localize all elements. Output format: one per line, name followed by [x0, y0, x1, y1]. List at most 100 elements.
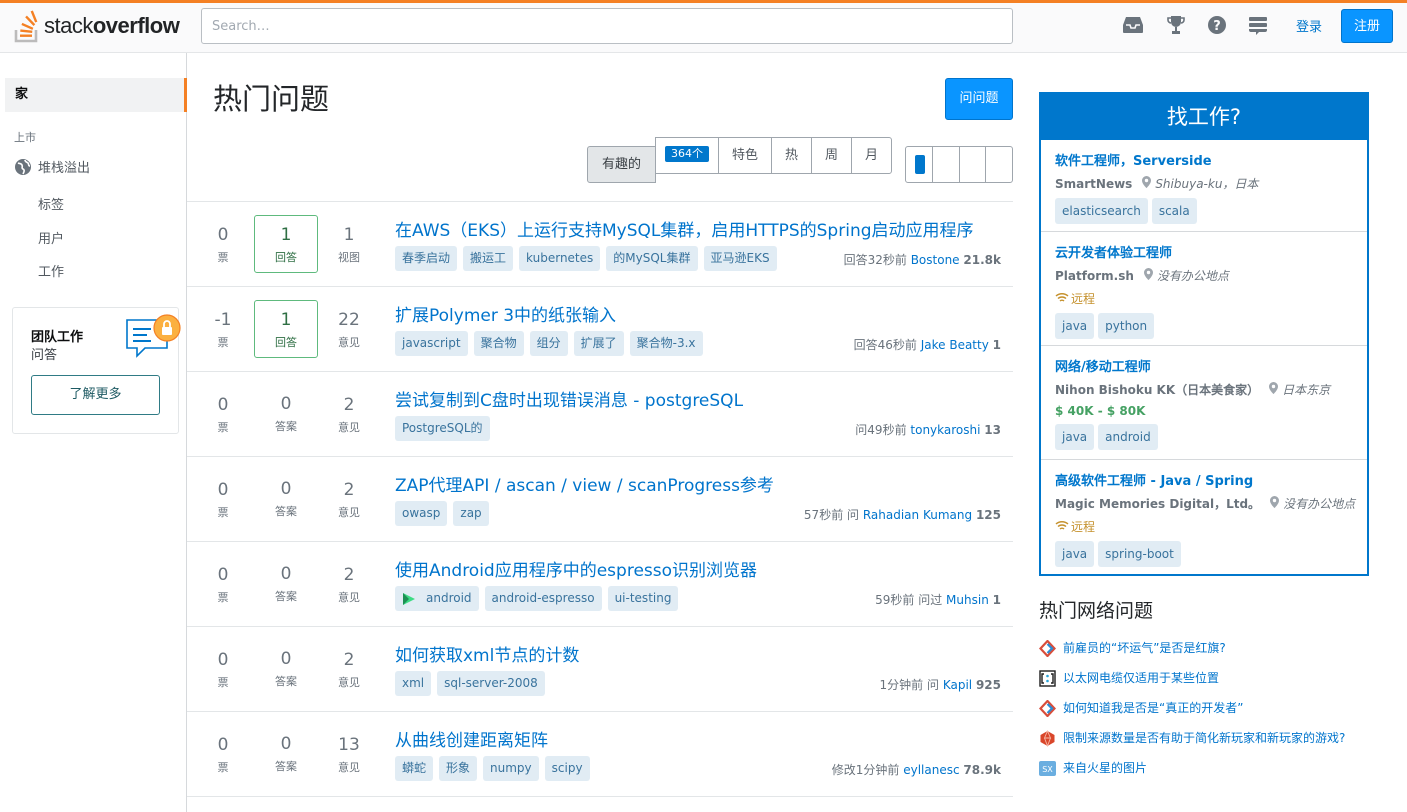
- site-switcher-icon[interactable]: [1246, 13, 1270, 37]
- view-label: 意见: [338, 676, 360, 689]
- question-title-link[interactable]: 使用Android应用程序中的espresso识别浏览器: [395, 556, 757, 581]
- question-title-link[interactable]: 从曲线创建距离矩阵: [395, 726, 548, 751]
- tag-scipy[interactable]: scipy: [544, 756, 590, 781]
- tag-sql-server-2008[interactable]: sql-server-2008: [437, 671, 545, 696]
- vote-count: -1 票: [191, 309, 255, 350]
- tag-java[interactable]: java: [1055, 541, 1095, 567]
- tab-featured-count[interactable]: 364个: [656, 138, 718, 173]
- question-user-link[interactable]: Kapil: [943, 678, 972, 692]
- job-listing[interactable]: 软件工程师，Serverside SmartNews Shibuya-ku，日本 el…: [1041, 140, 1367, 232]
- job-listing[interactable]: 云开发者体验工程师 Platform.sh 没有办公地点 远程 java python: [1041, 232, 1367, 346]
- question-title-link[interactable]: 尝试复制到C盘时出现错误消息 - postgreSQL: [395, 386, 743, 411]
- job-title-link[interactable]: 网络/移动工程师: [1055, 356, 1353, 375]
- question-list: 0 票 1 回答 1 视图 在AWS（EKS）上运行支持MySQL集群，启用HTTPS的Sp…: [187, 201, 1013, 797]
- tag-elasticsearch[interactable]: elasticsearch: [1055, 198, 1148, 224]
- tag-春季启动[interactable]: 春季启动: [395, 246, 458, 271]
- trophy-icon[interactable]: [1164, 13, 1188, 37]
- tag-xml[interactable]: xml: [395, 671, 432, 696]
- inbox-icon[interactable]: [1121, 13, 1145, 37]
- tag-PostgreSQL的[interactable]: PostgreSQL的: [395, 416, 490, 441]
- nav-jobs[interactable]: 工作: [38, 261, 64, 280]
- tag-形象[interactable]: 形象: [439, 756, 478, 781]
- tag-亚马逊EKS[interactable]: 亚马逊EKS: [703, 246, 777, 271]
- tab-interesting[interactable]: 有趣的: [587, 146, 656, 183]
- job-salary: $ 40K - $ 80K: [1055, 404, 1146, 418]
- tag-java[interactable]: java: [1055, 313, 1095, 339]
- nav-home[interactable]: 家: [5, 78, 187, 112]
- nav-users[interactable]: 用户: [38, 228, 64, 247]
- tag-聚合物-3.x[interactable]: 聚合物-3.x: [629, 331, 703, 356]
- nav-stackoverflow[interactable]: 堆栈溢出: [14, 157, 90, 176]
- tag-的MySQL集群[interactable]: 的MySQL集群: [606, 246, 698, 271]
- question-meta-action: 回答32秒前: [843, 253, 907, 267]
- learn-more-button[interactable]: 了解更多: [31, 375, 160, 415]
- tag-javascript[interactable]: javascript: [395, 331, 468, 356]
- tag-label: 的MySQL集群: [613, 251, 691, 265]
- question-title-link[interactable]: 扩展Polymer 3中的纸张输入: [395, 301, 616, 326]
- hot-network-item: 限制来源数量是否有助于简化新玩家和新玩家的游戏?: [1039, 730, 1369, 747]
- question-title-link[interactable]: 在AWS（EKS）上运行支持MySQL集群，启用HTTPS的Spring启动应用…: [395, 216, 974, 241]
- question-tags: owasp zap: [395, 501, 489, 526]
- hot-network-link[interactable]: 如何知道我是否是“真正的开发者”: [1063, 700, 1243, 717]
- job-listing[interactable]: 网络/移动工程师 Nihon Bishoku KK（日本美食家） 日本东京 $ 40K…: [1041, 346, 1367, 460]
- tag-python[interactable]: python: [1098, 313, 1155, 339]
- view-option-3[interactable]: [958, 147, 986, 182]
- ask-question-button[interactable]: 问问题: [945, 78, 1013, 120]
- question-title-link[interactable]: ZAP代理API / ascan / view / scanProgress参考: [395, 471, 774, 496]
- hot-network-link[interactable]: 限制来源数量是否有助于简化新玩家和新玩家的游戏?: [1063, 730, 1345, 747]
- question-user-link[interactable]: Muhsin: [946, 593, 989, 607]
- view-option-4[interactable]: [985, 147, 1012, 182]
- question-user-link[interactable]: Rahadian Kumang: [863, 508, 972, 522]
- question-user-link[interactable]: Bostone: [911, 253, 960, 267]
- tag-android[interactable]: android: [395, 586, 479, 611]
- tab-week[interactable]: 周: [811, 138, 851, 173]
- tab-hot[interactable]: 热: [771, 138, 811, 173]
- tag-scala[interactable]: scala: [1151, 198, 1197, 224]
- location-pin-icon: [1269, 382, 1279, 394]
- login-button[interactable]: 登录: [1288, 12, 1330, 43]
- tag-搬运工[interactable]: 搬运工: [463, 246, 514, 271]
- hot-network-link[interactable]: 来自火星的图片: [1063, 760, 1147, 777]
- view-option-2[interactable]: [931, 147, 959, 182]
- job-title-link[interactable]: 软件工程师，Serverside: [1055, 150, 1353, 169]
- tag-android[interactable]: android: [1098, 424, 1158, 450]
- nav-section-public: 上市: [14, 131, 36, 144]
- jobs-heading[interactable]: 找工作?: [1041, 94, 1367, 140]
- help-icon[interactable]: ?: [1205, 13, 1229, 37]
- tag-zap[interactable]: zap: [453, 501, 489, 526]
- question-user-link[interactable]: eyllanesc: [903, 763, 959, 777]
- job-title-link[interactable]: 云开发者体验工程师: [1055, 242, 1353, 261]
- tag-numpy[interactable]: numpy: [483, 756, 539, 781]
- tag-java[interactable]: java: [1055, 424, 1095, 450]
- hot-network-link[interactable]: 以太网电缆仅适用于某些位置: [1063, 670, 1219, 687]
- question-title-link[interactable]: 如何获取xml节点的计数: [395, 641, 579, 666]
- view-label: 意见: [338, 421, 360, 434]
- tag-聚合物[interactable]: 聚合物: [473, 331, 524, 356]
- answer-number: 1: [280, 310, 292, 330]
- question-user-link[interactable]: Jake Beatty: [921, 338, 989, 352]
- tag-android-espresso[interactable]: android-espresso: [484, 586, 602, 611]
- nav-tags[interactable]: 标签: [38, 194, 64, 213]
- tag-蟒蛇[interactable]: 蟒蛇: [395, 756, 434, 781]
- job-listing[interactable]: 高级软件工程师 - Java / Spring Magic Memories Di…: [1041, 460, 1367, 574]
- stackoverflow-logo[interactable]: stackoverflow: [14, 8, 180, 44]
- question-user-link[interactable]: tonykaroshi: [910, 423, 980, 437]
- tab-month[interactable]: 月: [851, 138, 891, 173]
- tag-扩展了[interactable]: 扩展了: [573, 331, 624, 356]
- workplace-icon: [1039, 700, 1056, 717]
- signup-button[interactable]: 注册: [1341, 9, 1393, 43]
- tag-ui-testing[interactable]: ui-testing: [607, 586, 679, 611]
- tag-组分[interactable]: 组分: [529, 331, 568, 356]
- teams-subtitle: 问答: [31, 348, 58, 363]
- tag-kubernetes[interactable]: kubernetes: [519, 246, 601, 271]
- view-option-1[interactable]: [906, 147, 932, 182]
- job-title-link[interactable]: 高级软件工程师 - Java / Spring: [1055, 470, 1353, 489]
- search-input[interactable]: [201, 8, 1013, 44]
- tag-spring-boot[interactable]: spring-boot: [1098, 541, 1181, 567]
- vote-label: 票: [217, 591, 229, 604]
- view-count: 22 意见: [317, 309, 381, 350]
- hot-network-link[interactable]: 前雇员的“坏运气”是否是红旗?: [1063, 640, 1226, 657]
- tag-owasp[interactable]: owasp: [395, 501, 448, 526]
- view-count: 2 意见: [317, 564, 381, 605]
- tab-featured[interactable]: 特色: [718, 138, 771, 173]
